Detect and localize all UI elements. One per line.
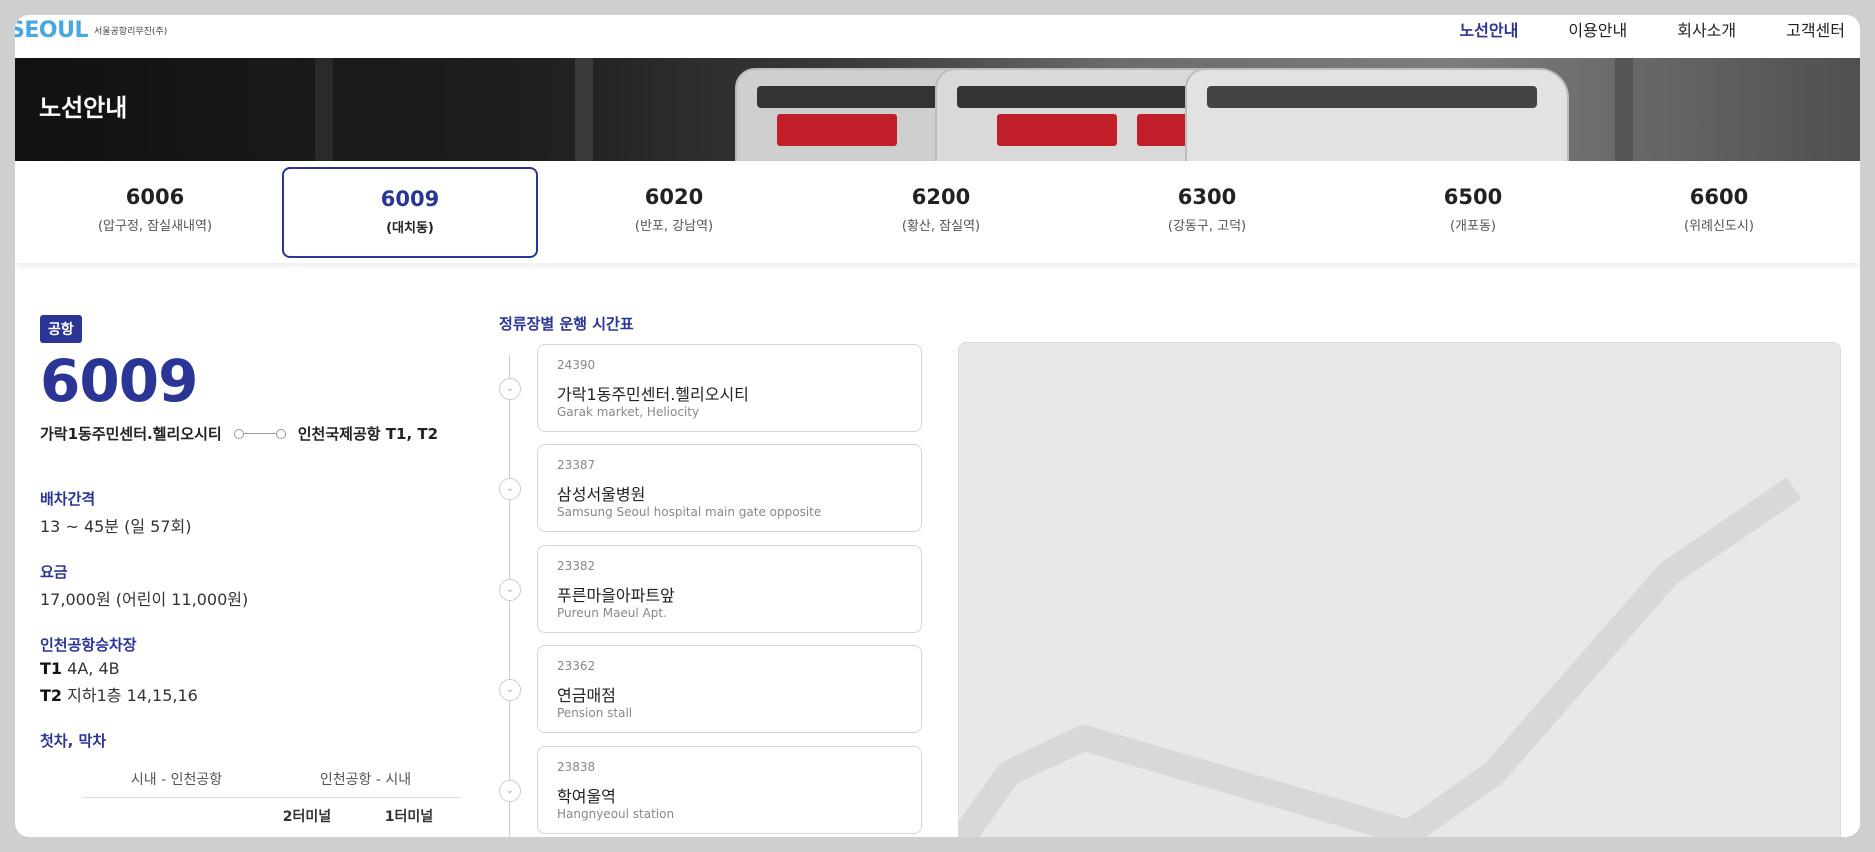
logo[interactable]: SEOUL 서울공항리무진(주) (15, 15, 167, 45)
tab-route-6020[interactable]: 6020 (반포, 강남역) (548, 167, 800, 254)
stop-code: 23382 (557, 559, 596, 573)
timetable-header: 시내 - 인천공항 인천공항 - 시내 (82, 769, 460, 798)
chevron-down-icon[interactable]: ⌄ (499, 579, 521, 601)
page: SEOUL 서울공항리무진(주) 노선안내 이용안내 회사소개 고객센터 노선안… (15, 15, 1860, 837)
timetable-terminal-2: 2터미널 (282, 809, 332, 825)
stop-card[interactable]: 23838 학여울역 Hangnyeoul station (537, 746, 922, 834)
tab-route-number: 6200 (911, 185, 971, 209)
airport-stop-t1: T1 4A, 4B (40, 659, 460, 678)
nav-usage-info[interactable]: 이용안내 (1568, 17, 1627, 41)
tab-route-number: 6020 (644, 185, 704, 209)
tab-route-area: (위례신도시) (1684, 219, 1754, 234)
tab-route-6006[interactable]: 6006 (압구정, 잠실새내역) (29, 167, 281, 254)
stop-name: 가락1동주민센터.헬리오시티 (557, 385, 749, 404)
timetable-subheader: 2터미널 1터미널 (256, 806, 460, 826)
tab-route-area: (개포동) (1449, 219, 1497, 234)
hero-pillar (315, 58, 333, 161)
stop-card[interactable]: 23382 푸른마을아파트앞 Pureun Maeul Apt. (537, 545, 922, 633)
route-type-badge: 공항 (40, 315, 82, 343)
chevron-down-icon[interactable]: ⌄ (499, 780, 521, 802)
tab-route-area: (반포, 강남역) (634, 219, 714, 234)
tab-route-number: 6500 (1443, 185, 1503, 209)
stop-code: 23362 (557, 659, 596, 673)
stop-name: 푸른마을아파트앞 (557, 586, 675, 605)
terminal-2-gates: 지하1층 14,15,16 (67, 686, 198, 705)
page-title: 노선안내 (39, 94, 128, 122)
stop-card[interactable]: 23362 연금매점 Pension stall (537, 645, 922, 733)
logo-text: SEOUL (15, 17, 88, 43)
tab-route-number: 6006 (125, 185, 185, 209)
first-last-label: 첫차, 막차 (40, 732, 107, 750)
stop-card[interactable]: 23387 삼성서울병원 Samsung Seoul hospital main… (537, 444, 922, 532)
tab-route-6300[interactable]: 6300 (강동구, 고덕) (1081, 167, 1333, 254)
tab-route-area: (압구정, 잠실새내역) (97, 219, 213, 234)
terminal-1-gates: 4A, 4B (67, 659, 120, 678)
stop-name: 삼성서울병원 (557, 485, 646, 504)
tab-route-6600[interactable]: 6600 (위례신도시) (1593, 167, 1845, 254)
stop-name-en: Pension stall (557, 706, 633, 720)
hero-banner: 노선안내 (15, 58, 1860, 161)
stop-name-en: Garak market, Heliocity (557, 405, 700, 419)
route-map-path (959, 477, 1802, 837)
stop-name-en: Hangnyeoul station (557, 807, 675, 821)
nav-route-info[interactable]: 노선안내 (1459, 17, 1518, 41)
route-connector-icon (233, 428, 286, 439)
tab-route-6009[interactable]: 6009 (대치동) (282, 167, 538, 258)
fare-label: 요금 (40, 563, 68, 581)
timetable-terminal-1: 1터미널 (384, 809, 434, 825)
stop-code: 23838 (557, 760, 596, 774)
stop-name-en: Samsung Seoul hospital main gate opposit… (557, 505, 822, 519)
route-origin: 가락1동주민센터.헬리오시티 (40, 425, 222, 443)
terminal-2-label: T2 (40, 686, 63, 705)
hero-pillar (1615, 58, 1633, 161)
stop-code: 24390 (557, 358, 596, 372)
site-header: SEOUL 서울공항리무진(주) 노선안내 이용안내 회사소개 고객센터 (15, 15, 1860, 58)
chevron-down-icon[interactable]: ⌄ (499, 478, 521, 500)
route-tabs: 6006 (압구정, 잠실새내역) 6009 (대치동) 6020 (반포, 강… (15, 161, 1860, 263)
tab-route-number: 6600 (1689, 185, 1749, 209)
nav-company[interactable]: 회사소개 (1677, 17, 1736, 41)
fare-value: 17,000원 (어린이 11,000원) (40, 590, 249, 609)
route-destination: 인천국제공항 T1, T2 (297, 425, 439, 443)
route-endpoints: 가락1동주민센터.헬리오시티 인천국제공항 T1, T2 (40, 423, 460, 444)
stops-timetable-title: 정류장별 운행 시간표 (499, 315, 634, 333)
logo-subtitle: 서울공항리무진(주) (93, 26, 168, 37)
hero-pillar (575, 58, 593, 161)
route-info-panel: 공항 6009 가락1동주민센터.헬리오시티 인천국제공항 T1, T2 배차간… (40, 315, 460, 826)
chevron-down-icon[interactable]: ⌄ (499, 679, 521, 701)
tab-route-area: (대치동) (386, 221, 434, 236)
stop-name: 연금매점 (557, 686, 616, 705)
nav-customer-center[interactable]: 고객센터 (1786, 17, 1845, 41)
airport-stop-t2: T2 지하1층 14,15,16 (40, 682, 460, 706)
hero-bus-image (1185, 68, 1569, 161)
interval-value: 13 ~ 45분 (일 57회) (40, 517, 192, 536)
timetable-col-from-airport: 인천공항 - 시내 (319, 772, 412, 788)
tab-route-6500[interactable]: 6500 (개포동) (1347, 167, 1599, 254)
tab-route-6200[interactable]: 6200 (황산, 잠실역) (815, 167, 1067, 254)
route-map[interactable] (958, 342, 1841, 837)
terminal-1-label: T1 (40, 659, 63, 678)
stop-name-en: Pureun Maeul Apt. (557, 606, 667, 620)
tab-route-number: 6009 (380, 187, 440, 211)
stop-name: 학여울역 (557, 787, 616, 806)
stop-code: 23387 (557, 458, 596, 472)
tab-route-area: (강동구, 고덕) (1167, 219, 1247, 234)
chevron-down-icon[interactable]: ⌄ (499, 378, 521, 400)
tab-route-area: (황산, 잠실역) (901, 219, 981, 234)
airport-stop-label: 인천공항승차장 (40, 636, 137, 654)
main-nav: 노선안내 이용안내 회사소개 고객센터 (1459, 17, 1845, 41)
route-number: 6009 (40, 347, 198, 415)
tab-route-number: 6300 (1177, 185, 1237, 209)
interval-label: 배차간격 (40, 490, 96, 508)
stop-card[interactable]: 24390 가락1동주민센터.헬리오시티 Garak market, Helio… (537, 344, 922, 432)
timetable-col-to-airport: 시내 - 인천공항 (130, 772, 223, 788)
